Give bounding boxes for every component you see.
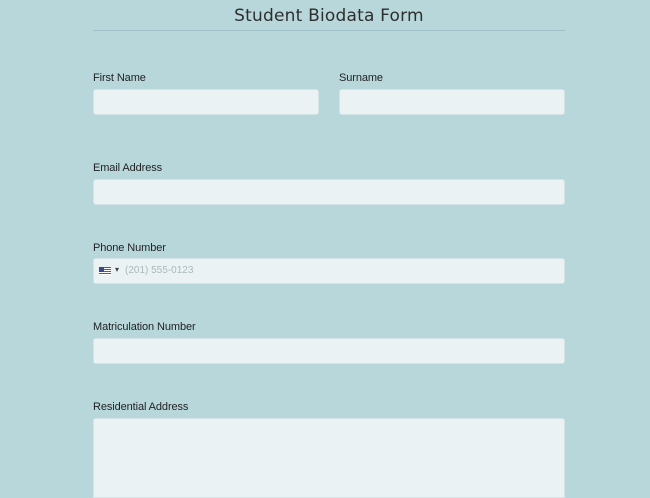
chevron-down-icon[interactable]: ▾ [115, 265, 119, 274]
phone-input[interactable]: ▾ (201) 555-0123 [93, 258, 565, 284]
address-textarea[interactable] [93, 418, 565, 498]
matriculation-input[interactable] [93, 338, 565, 364]
first-name-label: First Name [93, 72, 146, 84]
surname-label: Surname [339, 72, 383, 84]
email-input[interactable] [93, 179, 565, 205]
email-label: Email Address [93, 162, 163, 174]
form-title: Student Biodata Form [234, 6, 424, 26]
phone-label: Phone Number [93, 242, 166, 254]
surname-input[interactable] [339, 89, 565, 115]
title-divider [93, 30, 565, 31]
address-label: Residential Address [93, 401, 189, 413]
first-name-input[interactable] [93, 89, 319, 115]
us-flag-icon[interactable] [99, 267, 111, 275]
phone-placeholder: (201) 555-0123 [125, 265, 194, 276]
matriculation-label: Matriculation Number [93, 321, 196, 333]
